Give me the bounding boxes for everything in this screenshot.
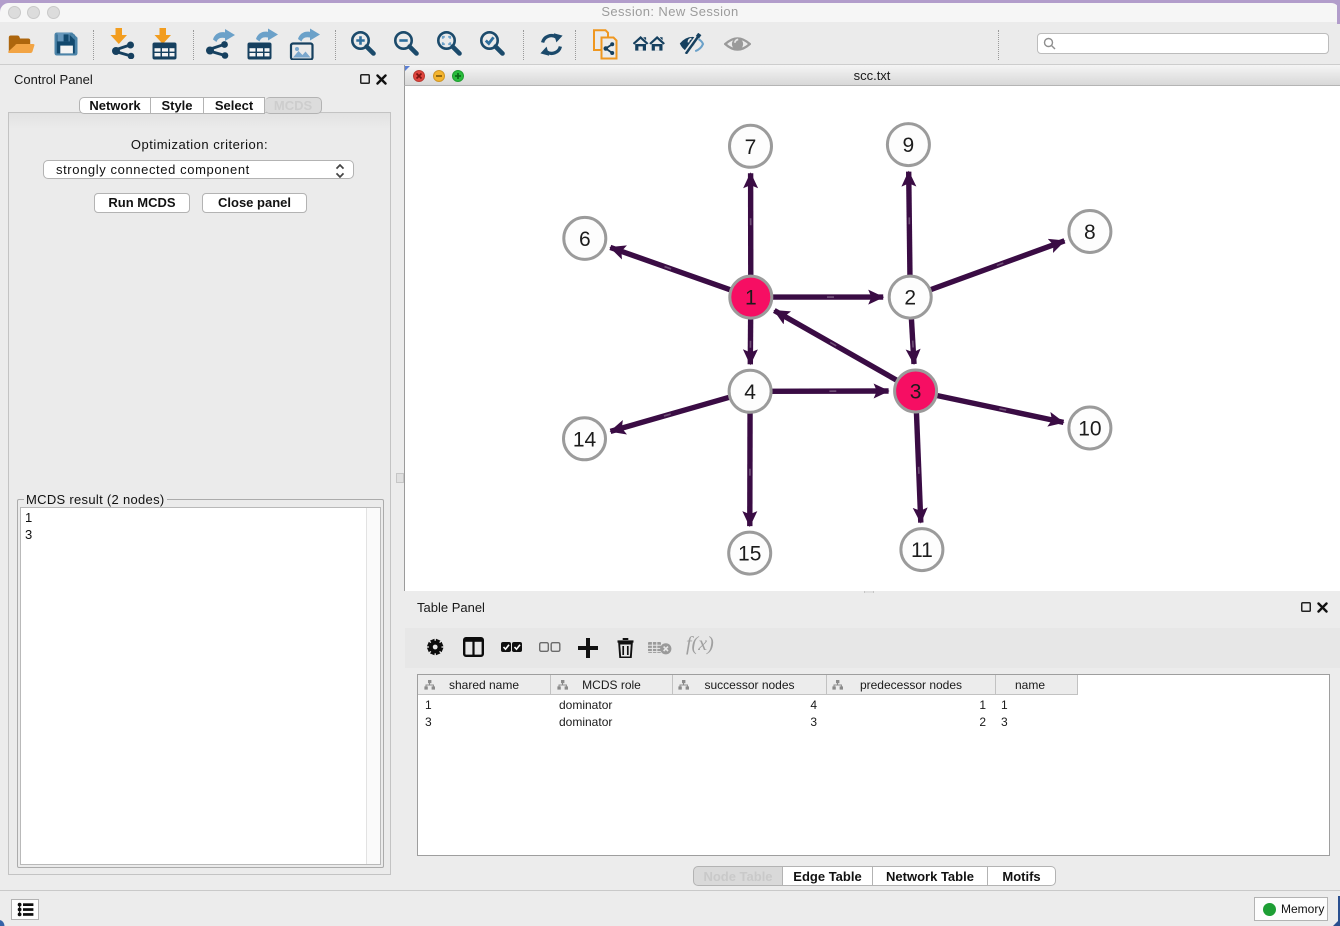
svg-text:6: 6	[579, 228, 591, 251]
svg-text:14: 14	[573, 428, 597, 451]
svg-text:2: 2	[904, 287, 916, 310]
svg-text:4: 4	[744, 381, 756, 404]
svg-text:10: 10	[1078, 418, 1101, 441]
svg-text:9: 9	[903, 134, 915, 157]
svg-text:3: 3	[910, 381, 922, 404]
svg-text:7: 7	[745, 136, 757, 159]
svg-text:11: 11	[911, 539, 933, 562]
svg-text:8: 8	[1084, 221, 1096, 244]
svg-text:1: 1	[745, 287, 757, 310]
svg-text:15: 15	[738, 543, 761, 566]
